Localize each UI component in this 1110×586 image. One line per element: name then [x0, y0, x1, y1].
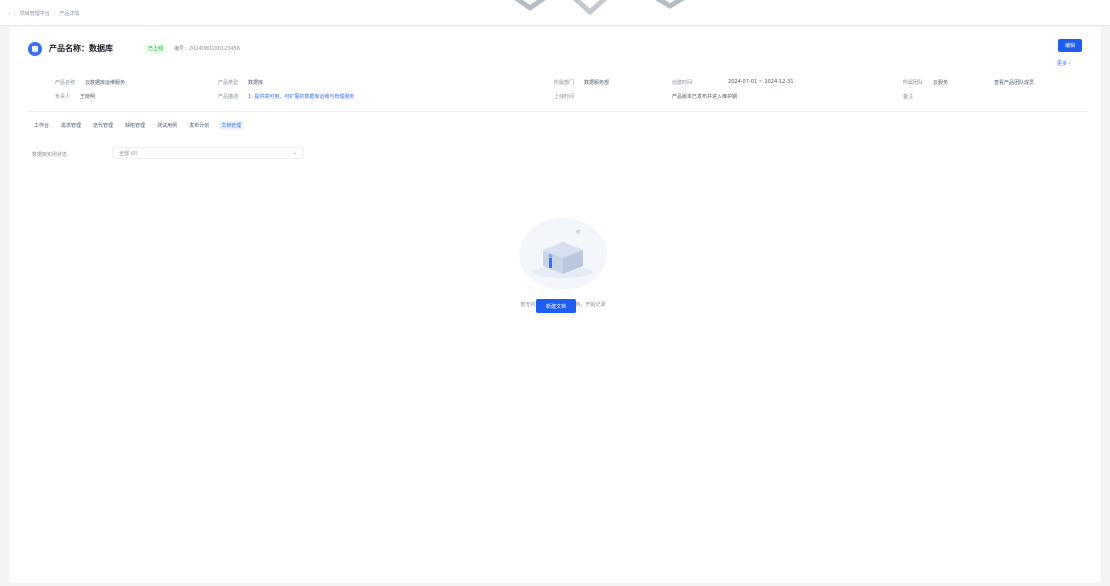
- info-value: 数据服务部: [584, 80, 610, 86]
- info-value: 查看产品团队成员: [994, 80, 1035, 86]
- info-value: 云数据库运维服务: [85, 80, 126, 86]
- breadcrumb-separator: |: [14, 10, 16, 17]
- status-badge: 已上线: [145, 44, 167, 53]
- create-document-button[interactable]: 新建文档: [536, 299, 576, 313]
- breadcrumb-item-current: 产品详情: [59, 11, 80, 17]
- info-field: 备注: [903, 93, 923, 100]
- info-field: 所属团队 云服务: [903, 79, 948, 86]
- breadcrumb-separator: |: [53, 10, 56, 17]
- info-field: 产品类型 数据库: [218, 79, 263, 86]
- team-members-link[interactable]: 查看产品团队成员: [994, 79, 1034, 86]
- info-value: 数据库: [248, 80, 264, 86]
- tab-test-cases[interactable]: 测试用例: [155, 121, 179, 130]
- info-value: 2024-07-01 ~ 2024-12-31: [728, 79, 794, 85]
- info-key: 产品描述: [218, 94, 239, 100]
- info-key: 上线时间: [554, 94, 575, 100]
- info-field: 产品名称 云数据库运维服务: [55, 79, 125, 86]
- select-value: 全部 (0): [119, 150, 138, 157]
- detail-panel: 产品名称：数据库 已上线 编号：2024080100123456 编辑 更多 ›…: [9, 27, 1101, 583]
- info-field: 产品描述 1. 提供高可用、可扩展的数据库运维与管理服务: [218, 93, 354, 100]
- info-value: 王晓明: [80, 94, 96, 100]
- chevron-down-icon: ⌄: [292, 150, 297, 156]
- info-field: 上线时间: [554, 93, 584, 100]
- breadcrumb-item-platform[interactable]: 项目管理平台: [20, 10, 50, 17]
- back-icon[interactable]: ‹: [8, 11, 10, 17]
- info-key: 所属团队: [903, 80, 924, 86]
- empty-box-illustration: [519, 218, 607, 290]
- top-bar: ‹ | 项目管理平台 | 产品详情: [0, 0, 1110, 26]
- tab-documents[interactable]: 文档管理: [219, 121, 244, 130]
- tab-bar: 工作台 需求管理 迭代管理 缺陷管理 测试用例 发布计划 文档管理: [32, 121, 244, 130]
- filter-label: 数据库实例状态: [32, 152, 68, 158]
- info-value: 产品版本已发布并进入维护期: [672, 94, 738, 100]
- status-select[interactable]: 全部 (0) ⌄: [112, 147, 304, 159]
- breadcrumb: ‹ | 项目管理平台 | 产品详情: [8, 10, 80, 18]
- edit-button[interactable]: 编辑: [1058, 39, 1082, 52]
- info-key: 所属部门: [554, 80, 575, 86]
- info-value: 云服务: [933, 80, 949, 86]
- info-key: 创建时间: [672, 80, 693, 86]
- tab-release-plan[interactable]: 发布计划: [187, 121, 211, 130]
- database-icon: [28, 42, 42, 56]
- product-id: 编号：2024080100123456: [174, 46, 240, 52]
- info-key: 产品类型: [218, 80, 239, 86]
- info-field: 负责人 王晓明: [55, 93, 95, 100]
- info-key: 备注: [903, 94, 914, 100]
- more-menu[interactable]: 更多 ›: [1057, 60, 1071, 67]
- tab-requirements[interactable]: 需求管理: [59, 121, 83, 130]
- info-field: 创建时间 2024-07-01 ~ 2024-12-31: [672, 79, 794, 86]
- tab-defects[interactable]: 缺陷管理: [123, 121, 147, 130]
- divider: [27, 111, 1089, 112]
- info-key: 产品名称: [55, 80, 76, 86]
- description-link[interactable]: 1. 提供高可用、可扩展的数据库运维与管理服务: [248, 93, 354, 100]
- tab-iterations[interactable]: 迭代管理: [91, 121, 115, 130]
- info-field: 产品版本已发布并进入维护期: [672, 93, 737, 100]
- page-title: 产品名称：数据库: [49, 44, 113, 53]
- info-key: 负责人: [55, 94, 71, 100]
- tab-workbench[interactable]: 工作台: [32, 121, 51, 130]
- info-field: 所属部门 数据服务部: [554, 79, 609, 86]
